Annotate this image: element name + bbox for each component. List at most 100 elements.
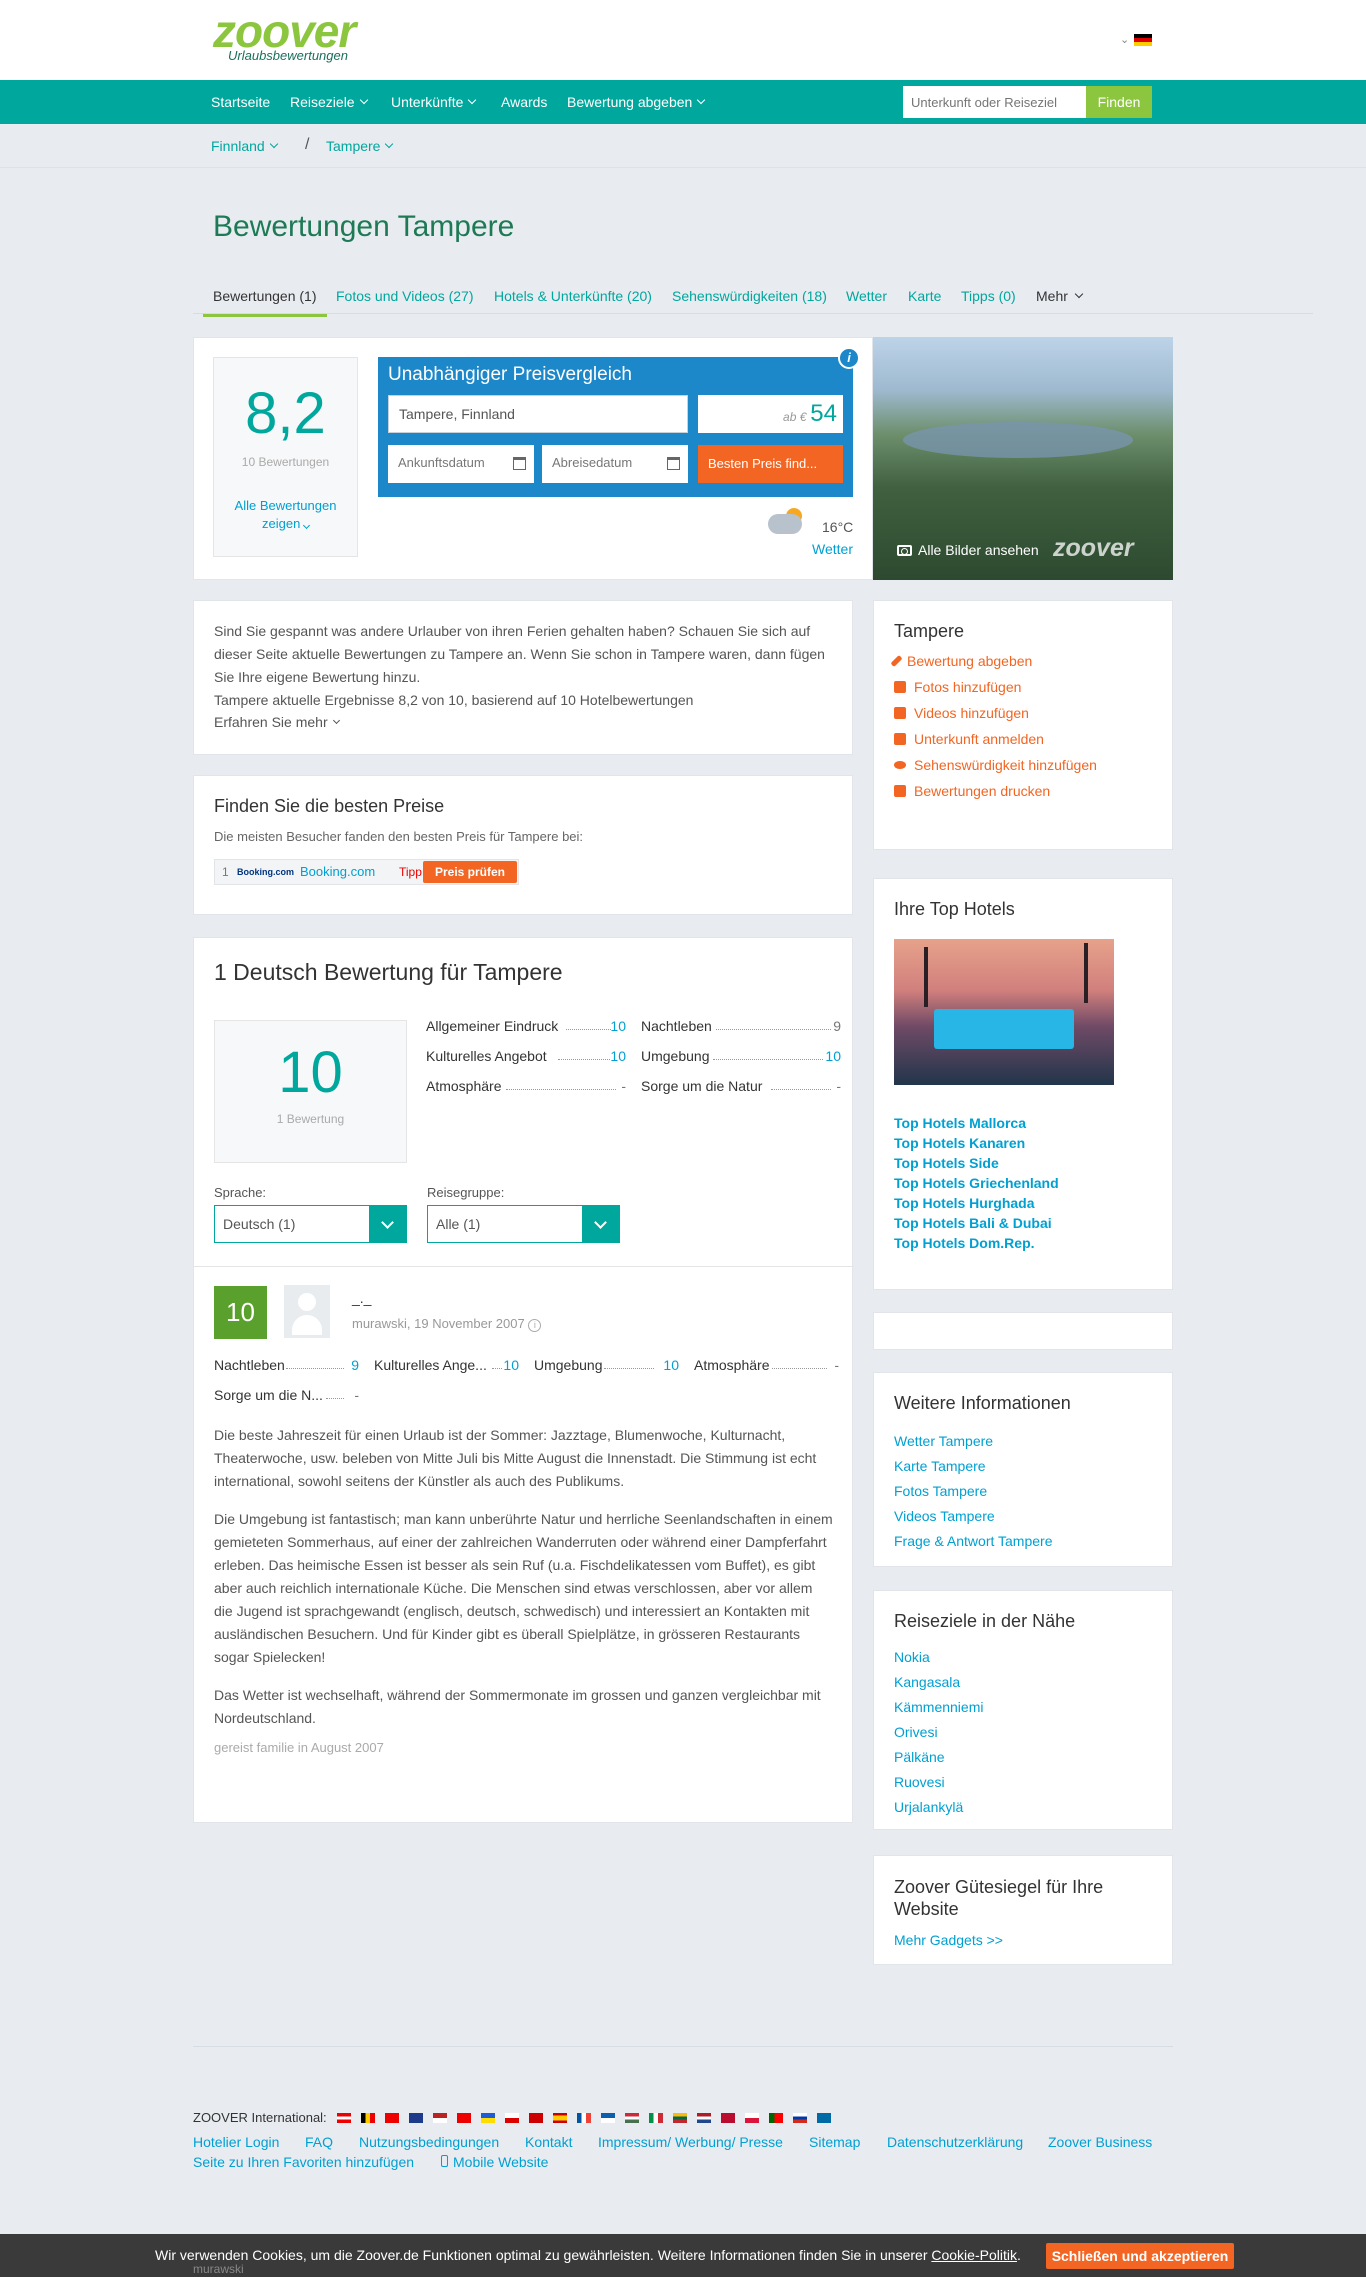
all-images-link[interactable]: Alle Bilder ansehen (897, 542, 1039, 558)
nearby-link[interactable]: Kämmenniemi (894, 1699, 983, 1715)
footer-link[interactable]: Kontakt (525, 2134, 572, 2150)
best-price-row[interactable]: 1 Booking.com Booking.com Tipp Preis prü… (214, 859, 519, 885)
footer-link[interactable]: Datenschutzerklärung (887, 2134, 1023, 2150)
language-select[interactable]: Deutsch (1) (214, 1205, 407, 1243)
flag-ch-icon[interactable] (384, 2112, 399, 2123)
footer-link[interactable]: Zoover Business (1048, 2134, 1152, 2150)
tab-wetter[interactable]: Wetter (846, 288, 887, 304)
flag-hu-icon[interactable] (624, 2112, 639, 2123)
further-info-link[interactable]: Wetter Tampere (894, 1433, 993, 1449)
link-label: Alle Bilder ansehen (918, 542, 1039, 558)
flag-lt-icon[interactable] (672, 2112, 687, 2123)
accept-cookies-button[interactable]: Schließen und akzeptieren (1046, 2243, 1234, 2269)
nav-unterkuenfte[interactable]: Unterkünfte (391, 94, 477, 110)
tab-sehenswuerdigkeiten[interactable]: Sehenswürdigkeiten (18) (672, 288, 827, 304)
top-hotels-link[interactable]: Top Hotels Kanaren (894, 1135, 1025, 1151)
further-info-link[interactable]: Frage & Antwort Tampere (894, 1533, 1052, 1549)
action-add-videos[interactable]: Videos hinzufügen (894, 705, 1029, 721)
footer-link[interactable]: Impressum/ Werbung/ Presse (598, 2134, 783, 2150)
nav-reiseziele[interactable]: Reiseziele (290, 94, 368, 110)
flag-no-icon[interactable] (720, 2112, 735, 2123)
destination-field[interactable]: Tampere, Finnland (388, 395, 688, 433)
top-hotels-link[interactable]: Top Hotels Griechenland (894, 1175, 1059, 1191)
flag-cz-icon[interactable] (504, 2112, 519, 2123)
top-hotels-link[interactable]: Top Hotels Dom.Rep. (894, 1235, 1035, 1251)
footer-link[interactable]: Hotelier Login (193, 2134, 279, 2150)
further-info-link[interactable]: Videos Tampere (894, 1508, 995, 1524)
destination-photo[interactable]: Alle Bilder ansehen zoover (873, 337, 1173, 580)
nav-bewertung-abgeben[interactable]: Bewertung abgeben (567, 94, 706, 110)
rating-value: - (836, 1078, 841, 1094)
flag-be-icon[interactable] (360, 2112, 375, 2123)
nearby-link[interactable]: Nokia (894, 1649, 930, 1665)
footer-link-mobile[interactable]: Mobile Website (441, 2154, 548, 2170)
further-info-link[interactable]: Karte Tampere (894, 1458, 986, 1474)
eye-icon (894, 761, 906, 769)
tab-mehr[interactable]: Mehr (1036, 288, 1084, 304)
hotel-image[interactable] (894, 939, 1114, 1085)
chevron-down-icon (468, 95, 477, 105)
flag-fr-icon[interactable] (576, 2112, 591, 2123)
flag-nl-icon[interactable] (696, 2112, 711, 2123)
tab-hotels[interactable]: Hotels & Unterkünfte (20) (494, 288, 652, 304)
flag-dk-icon[interactable] (528, 2112, 543, 2123)
top-hotels-link[interactable]: Top Hotels Side (894, 1155, 999, 1171)
flag-us-icon[interactable] (432, 2112, 447, 2123)
flag-es-icon[interactable] (552, 2112, 567, 2123)
top-hotels-link[interactable]: Top Hotels Mallorca (894, 1115, 1026, 1131)
check-price-button[interactable]: Preis prüfen (423, 861, 517, 883)
top-hotels-link[interactable]: Top Hotels Bali & Dubai (894, 1215, 1052, 1231)
tab-karte[interactable]: Karte (908, 288, 941, 304)
footer-link[interactable]: Seite zu Ihren Favoriten hinzufügen (193, 2154, 414, 2170)
language-selector[interactable]: ⌄ (1120, 33, 1153, 46)
action-write-review[interactable]: Bewertung abgeben (890, 653, 1032, 669)
weather-link[interactable]: Wetter (812, 541, 853, 557)
action-print-reviews[interactable]: Bewertungen drucken (894, 783, 1050, 799)
footer-link[interactable]: FAQ (305, 2134, 333, 2150)
tab-bewertungen[interactable]: Bewertungen (1) (203, 288, 327, 317)
nav-awards[interactable]: Awards (501, 94, 547, 110)
info-icon[interactable]: i (838, 347, 860, 369)
breadcrumb-country[interactable]: Finnland (211, 138, 278, 154)
nearby-link[interactable]: Urjalankylä (894, 1799, 963, 1815)
flag-uk-icon[interactable] (408, 2112, 423, 2123)
breadcrumb-city[interactable]: Tampere (326, 138, 394, 154)
flag-tr-icon[interactable] (456, 2112, 471, 2123)
search-input[interactable] (903, 86, 1086, 118)
arrival-date-field[interactable]: Ankunftsdatum (388, 445, 534, 483)
find-best-price-button[interactable]: Besten Preis find... (698, 445, 843, 483)
flag-gr-icon[interactable] (600, 2112, 615, 2123)
travel-group-select[interactable]: Alle (1) (427, 1205, 620, 1243)
flag-ua-icon[interactable] (480, 2112, 495, 2123)
action-add-sight[interactable]: Sehenswürdigkeit hinzufügen (894, 757, 1097, 773)
action-add-photos[interactable]: Fotos hinzufügen (894, 679, 1021, 695)
tab-fotos-videos[interactable]: Fotos und Videos (27) (336, 288, 474, 304)
flag-it-icon[interactable] (648, 2112, 663, 2123)
departure-date-field[interactable]: Abreisedatum (542, 445, 688, 483)
footer-link[interactable]: Sitemap (809, 2134, 860, 2150)
flag-at-icon[interactable] (336, 2112, 351, 2123)
nav-startseite[interactable]: Startseite (211, 94, 270, 110)
top-hotels-link[interactable]: Top Hotels Hurghada (894, 1195, 1035, 1211)
tab-tipps[interactable]: Tipps (0) (961, 288, 1016, 304)
nearby-link[interactable]: Pälkäne (894, 1749, 945, 1765)
more-gadgets-link[interactable]: Mehr Gadgets >> (894, 1932, 1003, 1948)
all-reviews-link[interactable]: Alle Bewertungen zeigen (214, 497, 357, 533)
flag-se-icon[interactable] (816, 2112, 831, 2123)
cookie-policy-link[interactable]: Cookie-Politik (931, 2247, 1017, 2263)
nearby-link[interactable]: Ruovesi (894, 1774, 945, 1790)
learn-more-link[interactable]: Erfahren Sie mehr (214, 714, 340, 730)
nearby-link[interactable]: Kangasala (894, 1674, 960, 1690)
nearby-link[interactable]: Orivesi (894, 1724, 938, 1740)
flag-ru-icon[interactable] (792, 2112, 807, 2123)
further-info-link[interactable]: Fotos Tampere (894, 1483, 987, 1499)
action-register-accommodation[interactable]: Unterkunft anmelden (894, 731, 1044, 747)
zoover-logo[interactable]: zoover Urlaubsbewertungen (213, 8, 356, 63)
rating-label: Allgemeiner Eindruck (426, 1018, 559, 1034)
flag-pl-icon[interactable] (744, 2112, 759, 2123)
search-button[interactable]: Finden (1086, 86, 1152, 118)
provider-name[interactable]: Booking.com (300, 864, 375, 879)
flag-pt-icon[interactable] (768, 2112, 783, 2123)
info-icon[interactable]: i (528, 1319, 542, 1332)
footer-link[interactable]: Nutzungsbedingungen (359, 2134, 499, 2150)
